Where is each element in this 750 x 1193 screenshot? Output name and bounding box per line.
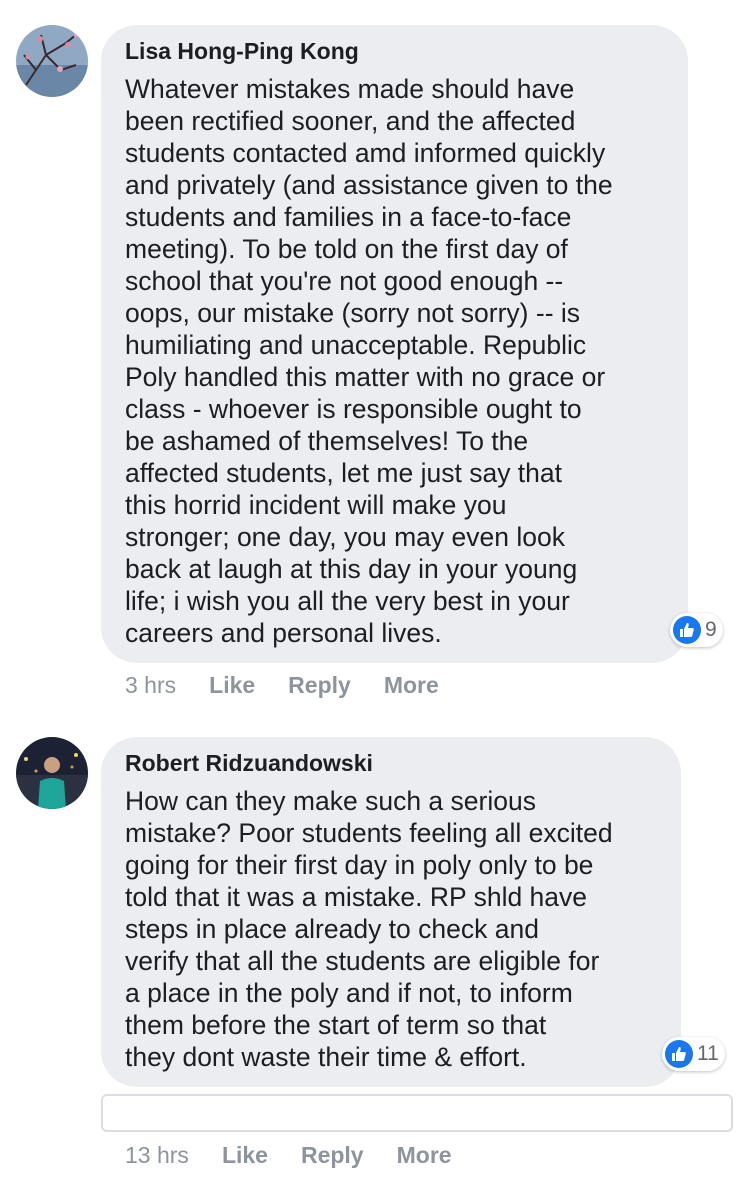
comment-actions: 13 hrs Like Reply More — [125, 1142, 452, 1169]
comment-timestamp[interactable]: 3 hrs — [125, 672, 176, 699]
avatar[interactable] — [16, 737, 88, 809]
comment-actions: 3 hrs Like Reply More — [125, 672, 439, 699]
comment-bubble: Lisa Hong-Ping Kong Whatever mistakes ma… — [101, 25, 688, 663]
reaction-badge[interactable]: 11 — [662, 1037, 725, 1071]
comment-timestamp[interactable]: 13 hrs — [125, 1142, 189, 1169]
comment-text: Whatever mistakes made should have been … — [125, 74, 613, 648]
reply-button[interactable]: Reply — [301, 1142, 364, 1169]
reply-input[interactable] — [101, 1094, 733, 1132]
more-button[interactable]: More — [397, 1142, 452, 1169]
comment-bubble: Robert Ridzuandowski How can they make s… — [101, 737, 681, 1087]
comment-author[interactable]: Lisa Hong-Ping Kong — [125, 37, 664, 65]
thumbs-up-icon — [665, 1040, 693, 1068]
comment-author[interactable]: Robert Ridzuandowski — [125, 749, 657, 777]
more-button[interactable]: More — [384, 672, 439, 699]
reaction-badge[interactable]: 9 — [670, 613, 723, 647]
thumbs-up-icon — [673, 616, 701, 644]
reaction-count: 9 — [705, 618, 717, 641]
comment-text: How can they make such a serious mistake… — [125, 786, 613, 1072]
reaction-count: 11 — [697, 1042, 719, 1065]
avatar[interactable] — [16, 25, 88, 97]
like-button[interactable]: Like — [222, 1142, 268, 1169]
reply-button[interactable]: Reply — [288, 672, 351, 699]
like-button[interactable]: Like — [209, 672, 255, 699]
